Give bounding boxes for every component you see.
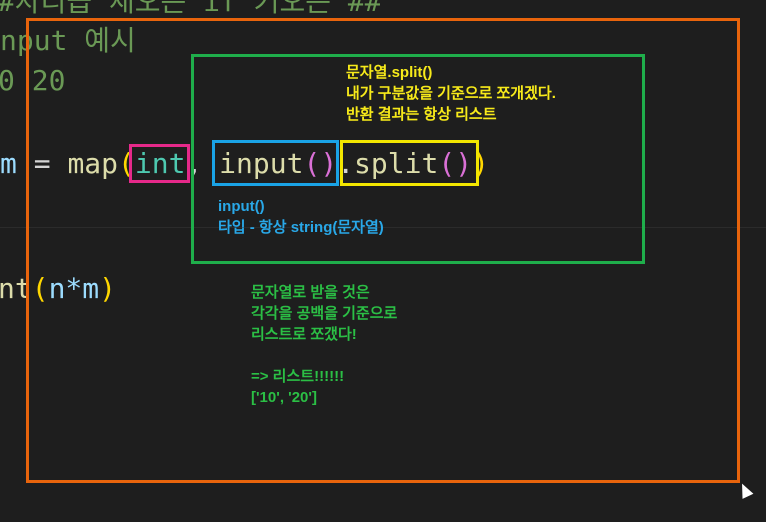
mouse-cursor-icon bbox=[736, 481, 754, 499]
result-note-line1: 문자열로 받을 것은 bbox=[251, 284, 370, 301]
input-note-title: input() bbox=[218, 198, 265, 215]
blue-input-box bbox=[212, 140, 339, 186]
yellow-split-box bbox=[340, 140, 479, 186]
result-note-line4: => 리스트!!!!!! bbox=[251, 368, 345, 385]
result-note-line5: ['10', '20'] bbox=[251, 389, 317, 406]
pink-int-box bbox=[129, 144, 190, 183]
split-note-line2: 내가 구분값을 기준으로 쪼개겠다. bbox=[346, 85, 556, 102]
result-note: 문자열로 받을 것은 각각을 공백을 기준으로 리스트로 쪼갰다! => 리스트… bbox=[251, 282, 397, 408]
var-m: m bbox=[0, 147, 17, 180]
code-comment-line: #자리곱 새오는 if 커오는 ## bbox=[0, 0, 382, 18]
input-note-line2: 타입 - 항상 string(문자열) bbox=[218, 219, 384, 236]
split-note-title: 문자열.split() bbox=[346, 64, 433, 81]
split-note-line3: 반환 결과는 항상 리스트 bbox=[346, 106, 497, 123]
input-note: input() 타입 - 항상 string(문자열) bbox=[218, 196, 384, 238]
result-note-line3: 리스트로 쪼갰다! bbox=[251, 326, 357, 343]
result-note-line2: 각각을 공백을 기준으로 bbox=[251, 305, 398, 322]
split-note: 문자열.split() 내가 구분값을 기준으로 쪼개겠다. 반환 결과는 항상… bbox=[346, 62, 556, 125]
result-note-spacer bbox=[251, 345, 397, 366]
editor-area: #자리곱 새오는 if 커오는 ## nput 예시 0 20 m = map(… bbox=[0, 0, 766, 522]
